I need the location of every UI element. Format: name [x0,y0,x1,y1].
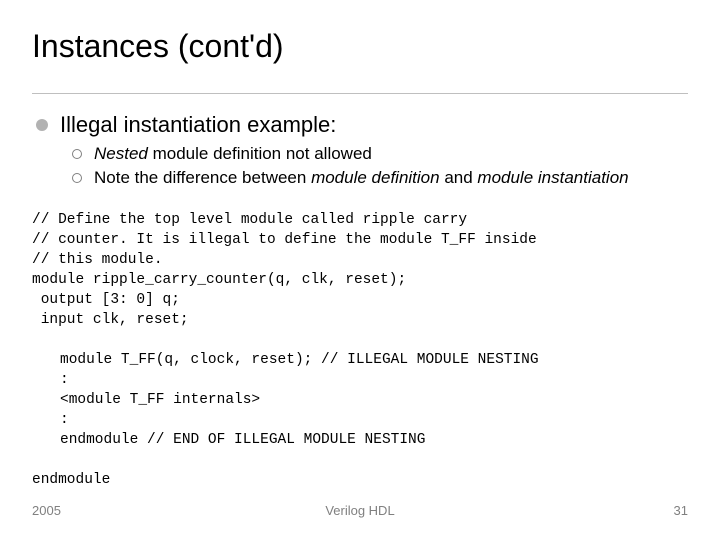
bullet2-text-1: Nested module definition not allowed [94,144,372,164]
code-block-1: // Define the top level module called ri… [32,210,688,330]
code-block-3: endmodule [32,470,688,490]
bullet-level2-1: Nested module definition not allowed [72,144,688,164]
sub2-d: module instantiation [477,168,628,187]
code-block-2: module T_FF(q, clock, reset); // ILLEGAL… [60,350,688,450]
disc-icon [36,119,48,131]
sub2-c: and [440,168,478,187]
footer: 2005 Verilog HDL 31 [0,503,720,518]
slide-title: Instances (cont'd) [32,28,688,65]
title-rule [32,93,688,94]
sub2-b: module definition [311,168,440,187]
page-number: 31 [674,503,688,518]
bullet-level1: Illegal instantiation example: [36,112,688,138]
slide: Instances (cont'd) Illegal instantiation… [0,0,720,540]
footer-year: 2005 [32,503,61,518]
footer-title: Verilog HDL [325,503,394,518]
circle-icon [72,173,82,183]
sub2-a: Note the difference between [94,168,311,187]
italic-word: Nested [94,144,148,163]
circle-icon [72,149,82,159]
bullet2-rest-1: module definition not allowed [148,144,372,163]
bullet-level2-2: Note the difference between module defin… [72,168,688,188]
bullet2-text-2: Note the difference between module defin… [94,168,629,188]
bullet1-text: Illegal instantiation example: [60,112,336,138]
